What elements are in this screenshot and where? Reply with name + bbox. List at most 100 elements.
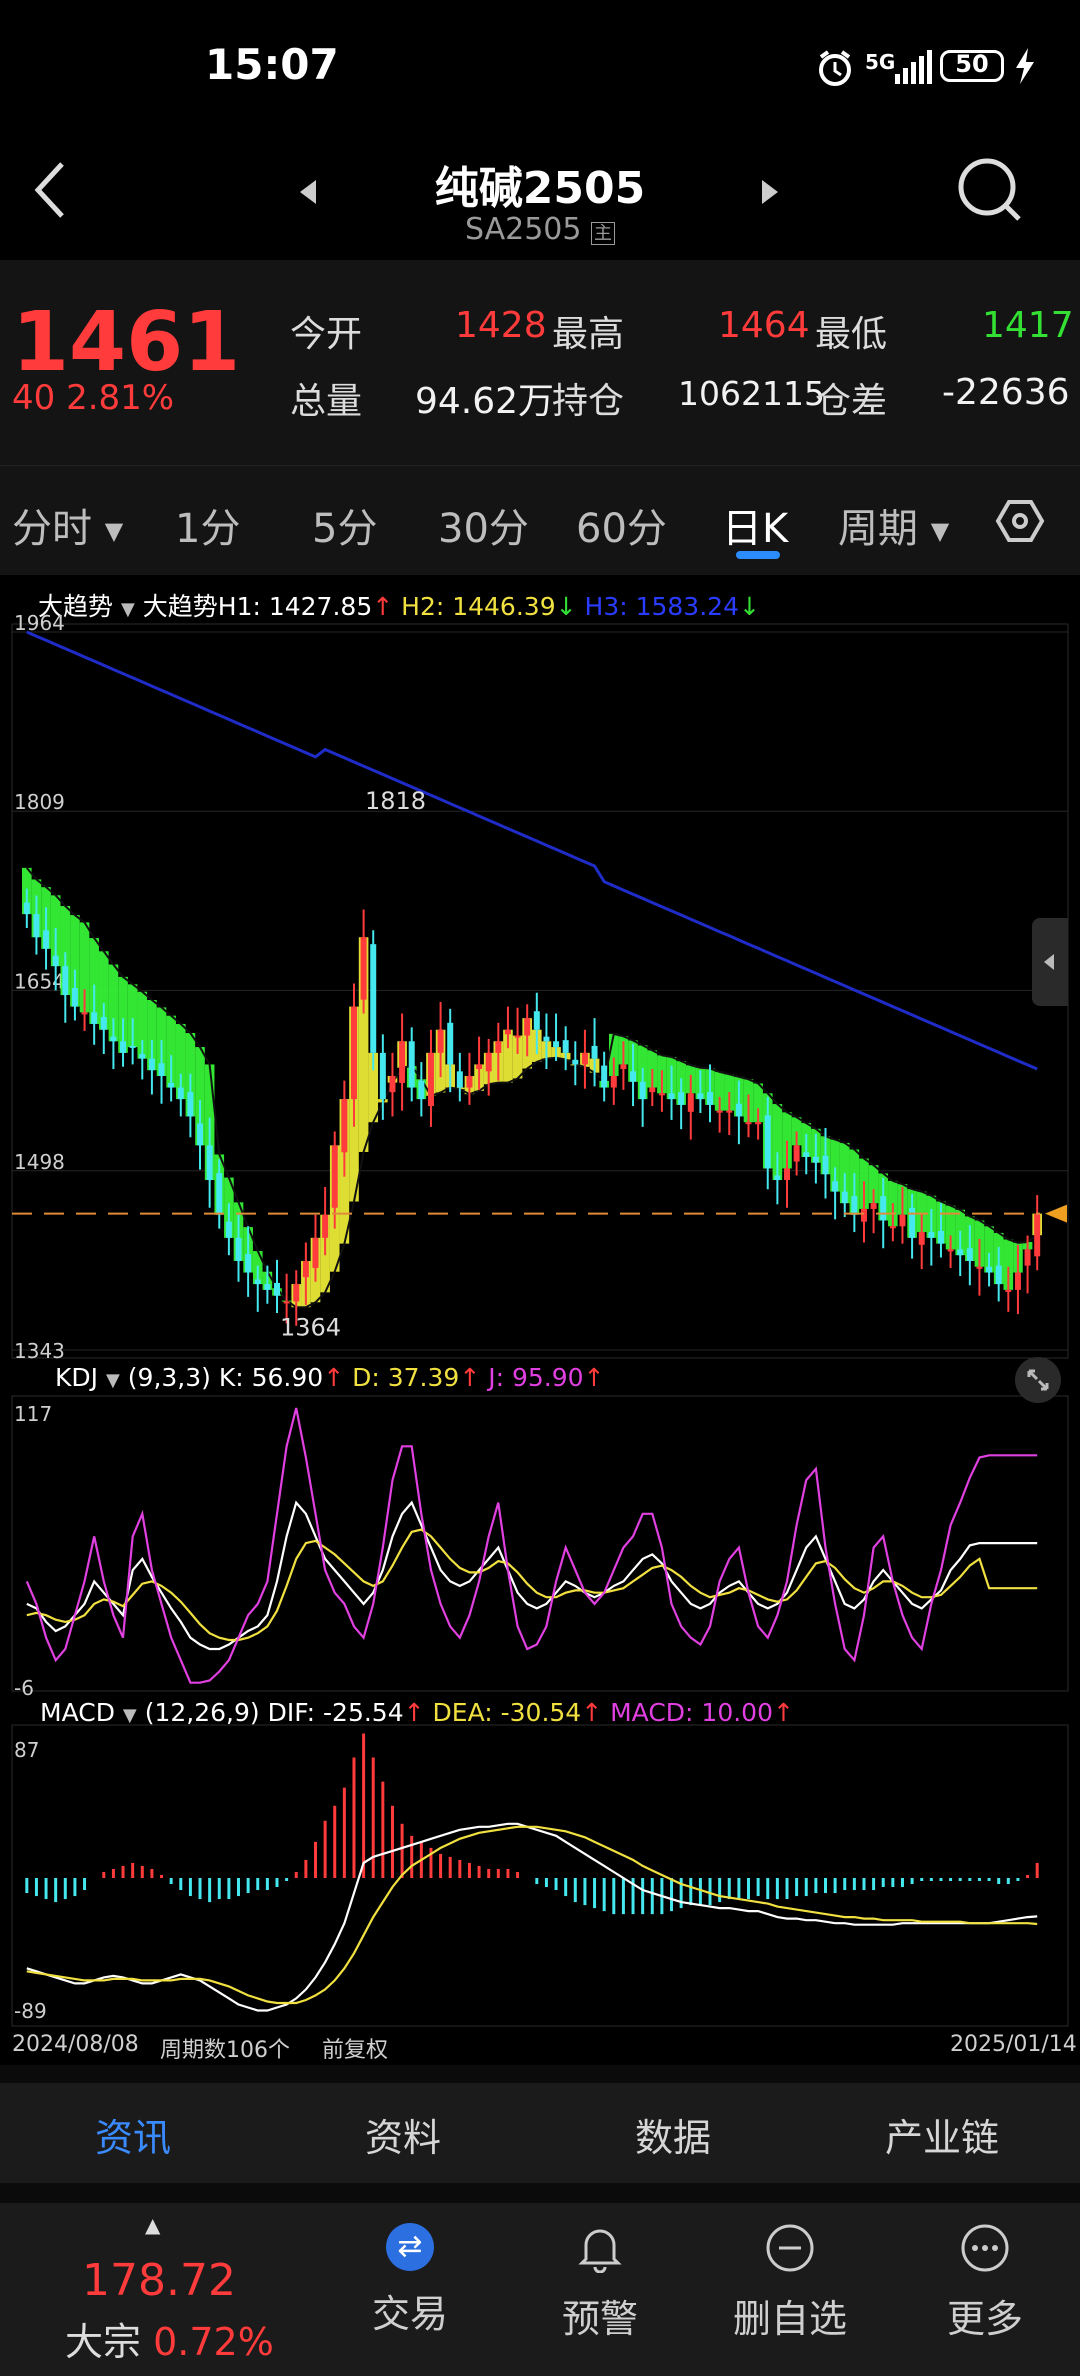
chart-area: 大趋势 ▼ 大趋势H1: 1427.85↑ H2: 1446.39↓ H3: 1…	[0, 575, 1080, 2065]
candle-body	[283, 1301, 290, 1304]
candle-body	[909, 1207, 916, 1238]
open-interest-label: 持仓	[552, 381, 625, 422]
oi-diff-label: 仓差	[815, 381, 888, 422]
tab-profile[interactable]: 资料	[365, 2107, 441, 2162]
candle-body	[466, 1075, 473, 1088]
candle-body	[543, 1036, 550, 1042]
kdj-legend[interactable]: KDJ ▼ (9,3,3) K: 56.90↑ D: 37.39↑ J: 95.…	[55, 1363, 604, 1392]
candle-body	[379, 1052, 386, 1100]
expand-chart-button[interactable]	[1015, 1357, 1061, 1403]
open-value: 1428	[455, 305, 547, 346]
candle-body	[610, 1075, 617, 1088]
main-panel-border	[11, 623, 1069, 1359]
candle-body	[254, 1279, 261, 1285]
tab-60min[interactable]: 60分	[576, 496, 667, 554]
candle-body	[899, 1214, 906, 1227]
candle-body	[697, 1093, 704, 1100]
macd-value: MACD: 10.00	[610, 1698, 773, 1727]
high-value: 1464	[718, 305, 810, 346]
candle-body	[158, 1063, 165, 1076]
candle-body	[822, 1155, 829, 1175]
candle-body	[447, 1022, 454, 1065]
change-percent: 2.81%	[66, 378, 175, 418]
quote-panel: 1461 40 2.81% 今开 1428 最高 1464 最低 1417 总量…	[0, 260, 1080, 465]
candle-body	[370, 944, 377, 1053]
index-name: 大宗	[65, 2320, 142, 2364]
candle-body	[591, 1045, 598, 1059]
candle-body	[755, 1122, 762, 1125]
tab-30min[interactable]: 30分	[438, 496, 529, 554]
candle-body	[860, 1208, 867, 1222]
status-time: 15:07	[205, 40, 339, 89]
tab-5min[interactable]: 5分	[312, 496, 377, 554]
caret-down-icon: ▼	[104, 517, 124, 545]
kdj-line-k	[26, 1500, 1038, 1651]
footer-more-button[interactable]: 更多	[930, 2223, 1040, 2343]
low-annotation: 1364	[280, 1314, 341, 1342]
network-label: 5G	[865, 50, 896, 74]
candle-body	[668, 1093, 675, 1100]
hexagon-settings-icon	[995, 500, 1045, 542]
candle-body	[274, 1282, 280, 1296]
candle-body	[774, 1175, 781, 1181]
kdj-params: (9,3,3)	[127, 1363, 211, 1392]
candle-body	[918, 1232, 925, 1245]
tab-period[interactable]: 周期 ▼	[838, 496, 949, 554]
index-ticker[interactable]: ▲ 178.72 大宗 0.72%	[20, 2213, 300, 2366]
candle-body	[408, 1041, 415, 1088]
footer-remove-watchlist-button[interactable]: 删自选	[725, 2223, 855, 2343]
tab-industry-chain[interactable]: 产业链	[885, 2107, 999, 2162]
candle-body	[148, 1058, 155, 1071]
tab-intraday[interactable]: 分时 ▼	[12, 496, 123, 554]
candle-body	[745, 1122, 752, 1125]
caret-down-icon: ▼	[930, 517, 950, 545]
candle-body	[129, 1045, 136, 1048]
macd-legend[interactable]: MACD ▼ (12,26,9) DIF: -25.54↑ DEA: -30.5…	[40, 1698, 794, 1727]
caret-down-icon: ▼	[122, 1705, 137, 1726]
candle-body	[476, 1064, 483, 1070]
contract-code: SA2505	[464, 212, 582, 247]
footer-alert-button[interactable]: 预警	[545, 2223, 655, 2343]
high-label: 最高	[552, 314, 625, 355]
candle-body	[245, 1254, 252, 1273]
last-price-marker	[1045, 1204, 1067, 1223]
candle-body	[389, 1075, 396, 1093]
candle-body	[43, 930, 50, 949]
change-value: 40	[12, 378, 56, 418]
index-value: 178.72	[82, 2255, 236, 2306]
candle-body	[71, 988, 78, 1007]
candle-body	[33, 914, 40, 938]
footer-trade-button[interactable]: ⇄ 交易	[355, 2223, 465, 2338]
candle-body	[514, 1035, 521, 1038]
candle-body	[399, 1041, 406, 1083]
candle-body	[601, 1065, 608, 1088]
next-contract-button[interactable]	[760, 180, 778, 208]
candle-body	[293, 1284, 300, 1302]
tab-daily-k[interactable]: 日K	[722, 496, 788, 554]
search-button[interactable]	[955, 155, 1025, 229]
candle-body	[1034, 1213, 1041, 1257]
triangle-right-icon	[762, 180, 778, 204]
more-dots-icon	[961, 2224, 1009, 2272]
search-icon	[958, 158, 1021, 221]
candle-body	[81, 1012, 88, 1015]
j-value: J: 95.90	[488, 1363, 584, 1392]
kdj-panel-border	[11, 1395, 1069, 1692]
low-value: 1417	[982, 305, 1074, 346]
kdj-y-tick-label: 117	[14, 1402, 52, 1426]
side-drawer-handle[interactable]	[1032, 918, 1068, 1006]
candlestick-chart[interactable]: 1964 1809 1654 1498 1343 1818 1364 117 -6 87 -89	[0, 575, 1080, 2065]
alarm-icon	[815, 48, 855, 92]
tab-1min[interactable]: 1分	[175, 496, 240, 554]
candle-body	[485, 1052, 492, 1072]
contract-subtitle: SA2505 主	[0, 212, 1080, 247]
tab-data[interactable]: 数据	[635, 2107, 711, 2162]
macd-params: (12,26,9)	[144, 1698, 260, 1727]
open-label: 今开	[290, 314, 363, 355]
chart-settings-button[interactable]	[995, 496, 1045, 550]
index-info: 大宗 0.72%	[65, 2311, 274, 2366]
tab-intraday-label: 分时	[12, 506, 92, 552]
tab-news[interactable]: 资讯	[95, 2107, 171, 2162]
d-value: D: 37.39	[352, 1363, 460, 1392]
candle-body	[803, 1152, 810, 1157]
